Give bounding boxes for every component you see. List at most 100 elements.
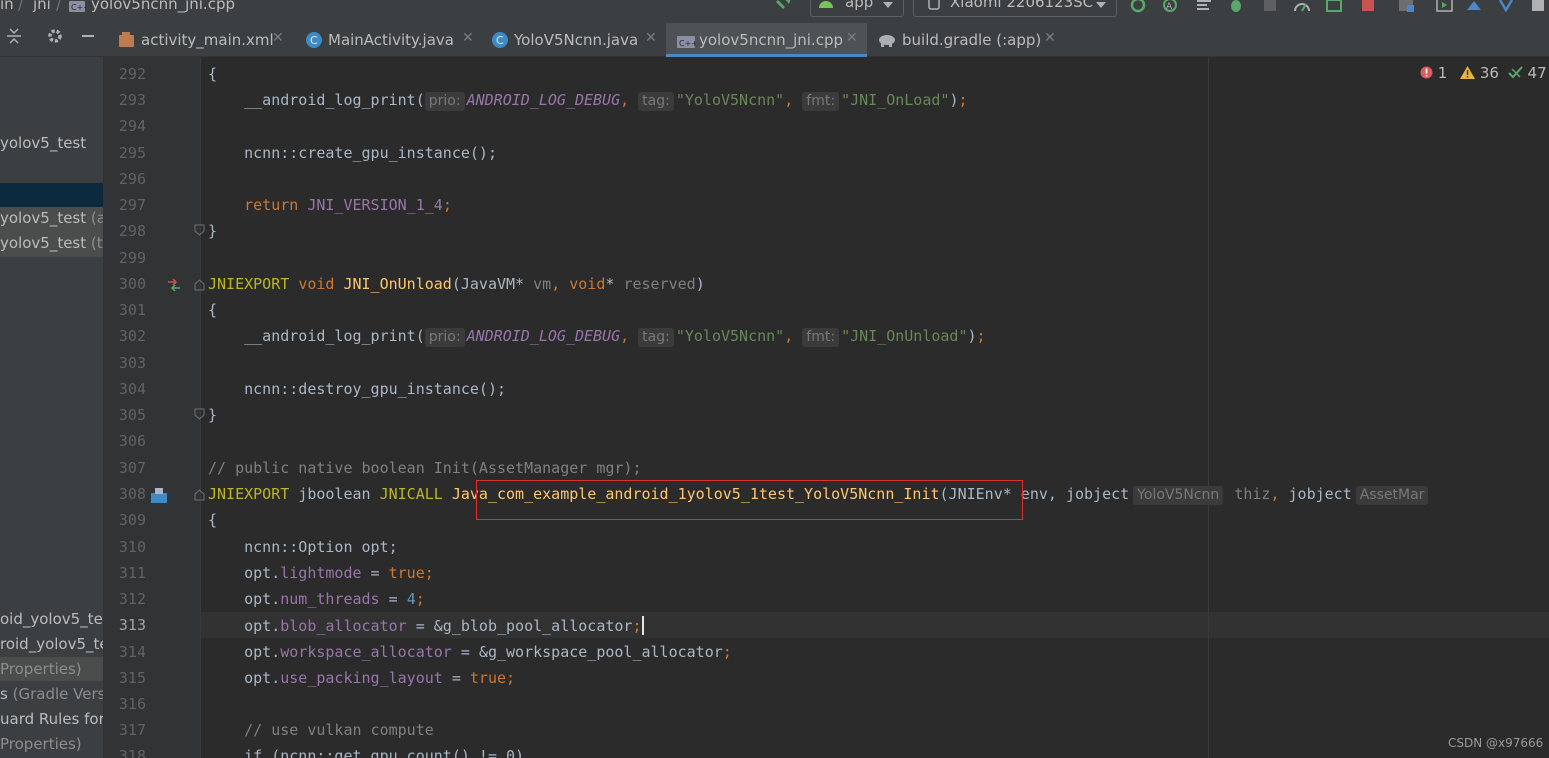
code-line[interactable]: // public native boolean Init(AssetManag… <box>208 459 641 477</box>
tree-item[interactable]: Properties) <box>0 660 82 678</box>
apply-changes-icon[interactable] <box>1130 0 1146 13</box>
device-select[interactable]: Xiaomi 2206123SC <box>913 0 1117 17</box>
run-config-select[interactable]: app <box>810 0 904 17</box>
code-line[interactable]: if (ncnn::get_gpu_count() != 0) <box>208 747 524 758</box>
line-number: 307 <box>118 459 146 477</box>
watermark-text: CSDN @x97666 <box>1448 736 1544 750</box>
tab-activity-main[interactable]: activity_main.xml ✕ <box>118 23 290 57</box>
weak-warning-count: 47 <box>1527 64 1547 82</box>
line-number: 301 <box>118 301 146 319</box>
line-number-current: 313 <box>118 616 146 634</box>
code-line[interactable]: return JNI_VERSION_1_4; <box>208 196 452 214</box>
attach-debugger-icon[interactable] <box>1262 0 1278 13</box>
tab-yolov5ncnn-java[interactable]: C YoloV5Ncnn.java ✕ <box>491 23 661 57</box>
code-line[interactable]: opt.lightmode = true; <box>208 564 434 582</box>
selected-tree-row[interactable] <box>0 183 103 207</box>
fold-start-icon[interactable] <box>194 279 205 291</box>
code-line[interactable]: ncnn::Option opt; <box>208 538 398 556</box>
project-structure-icon[interactable] <box>1530 0 1546 13</box>
sdk-manager-icon[interactable] <box>1466 0 1482 13</box>
close-icon[interactable]: ✕ <box>462 30 474 46</box>
code-line[interactable]: { <box>208 301 217 319</box>
text-cursor <box>641 616 644 635</box>
code-line-current[interactable]: opt.blob_allocator = &g_blob_pool_alloca… <box>208 616 644 635</box>
profiler-icon[interactable] <box>1294 0 1310 13</box>
gradle-sync-icon[interactable] <box>1498 0 1514 13</box>
close-icon[interactable]: ✕ <box>846 30 858 46</box>
gear-icon[interactable] <box>46 27 64 49</box>
tree-item[interactable]: yolov5_test (te <box>0 234 103 252</box>
fold-end-icon[interactable] <box>194 408 205 420</box>
svg-text:C: C <box>496 34 504 47</box>
line-number: 314 <box>118 643 146 661</box>
line-number: 312 <box>118 590 146 608</box>
code-line[interactable]: __android_log_print(prio: ANDROID_LOG_DEB… <box>208 91 968 111</box>
tree-item[interactable]: uard Rules for a <box>0 710 103 728</box>
emulator-icon[interactable] <box>1436 0 1453 13</box>
code-line[interactable]: JNIEXPORT void JNI_OnUnload(JavaVM* vm, … <box>208 275 705 293</box>
minimize-icon[interactable] <box>80 27 96 49</box>
collapse-all-icon[interactable] <box>6 27 22 49</box>
fold-start-icon[interactable] <box>194 489 205 501</box>
close-icon[interactable]: ✕ <box>1044 30 1056 46</box>
breadcrumb-separator: / <box>18 0 24 13</box>
breadcrumb-item[interactable]: in <box>0 0 14 13</box>
hammer-icon[interactable] <box>776 0 792 13</box>
chevron-down-icon <box>883 2 893 8</box>
tab-main-activity[interactable]: C MainActivity.java ✕ <box>305 23 478 57</box>
tree-item[interactable]: yolov5_test (ar <box>0 209 103 227</box>
line-number: 308 <box>118 485 146 503</box>
line-number: 317 <box>118 721 146 739</box>
layout-inspector-icon[interactable] <box>1326 0 1342 13</box>
project-tool-window: yolov5_test yolov5_test (ar yolov5_test … <box>0 57 104 758</box>
code-line[interactable]: } <box>208 222 217 240</box>
implementation-navigate-icon[interactable] <box>166 277 182 296</box>
device-manager-icon[interactable] <box>1398 0 1414 13</box>
tab-label: YoloV5Ncnn.java <box>514 31 639 49</box>
tab-yolov5ncnn-jni-cpp[interactable]: C++ yolov5ncnn_jni.cpp ✕ <box>666 23 867 57</box>
line-number: 299 <box>118 249 146 267</box>
jni-binding-icon[interactable] <box>150 486 168 508</box>
code-line[interactable]: opt.num_threads = 4; <box>208 590 425 608</box>
svg-text:A: A <box>1166 2 1173 12</box>
breadcrumb-item[interactable]: yolov5ncnn_jni.cpp <box>91 0 235 13</box>
code-line[interactable]: // use vulkan compute <box>208 721 434 739</box>
svg-text:C++: C++ <box>679 39 696 48</box>
code-line[interactable]: ncnn::destroy_gpu_instance(); <box>208 380 506 398</box>
code-line[interactable]: { <box>208 65 217 83</box>
tree-item[interactable]: Properties) <box>0 735 82 753</box>
close-icon[interactable]: ✕ <box>272 30 284 46</box>
java-class-icon: C <box>491 31 509 49</box>
line-number: 306 <box>118 432 146 450</box>
warning-icon <box>1460 65 1476 83</box>
error-icon <box>1420 65 1433 83</box>
line-number: 305 <box>118 406 146 424</box>
line-number: 311 <box>118 564 146 582</box>
editor-tab-bar: activity_main.xml ✕ C MainActivity.java … <box>0 17 1549 57</box>
sync-list-icon[interactable] <box>1196 0 1212 13</box>
tree-item[interactable]: s (Gradle Versi <box>0 685 103 703</box>
fold-end-icon[interactable] <box>194 224 205 236</box>
android-icon <box>817 0 835 13</box>
code-line[interactable]: } <box>208 406 217 424</box>
line-number: 295 <box>118 144 146 162</box>
inspection-widget[interactable]: 1 36 47 <box>1420 64 1547 84</box>
code-line[interactable]: { <box>208 511 217 529</box>
code-line[interactable]: ncnn::create_gpu_instance(); <box>208 144 497 162</box>
error-count: 1 <box>1437 64 1448 82</box>
breadcrumb-item[interactable]: jni <box>33 0 51 13</box>
tree-item[interactable]: yolov5_test <box>0 134 86 152</box>
tree-item[interactable]: roid_yolov5_te <box>0 635 103 653</box>
code-line[interactable]: __android_log_print(prio: ANDROID_LOG_DEB… <box>208 327 986 347</box>
java-class-icon: C <box>305 31 323 49</box>
code-line[interactable]: opt.use_packing_layout = true; <box>208 669 515 687</box>
tree-item[interactable]: oid_yolov5_te <box>0 610 103 628</box>
stop-icon[interactable] <box>1360 0 1376 13</box>
close-icon[interactable]: ✕ <box>645 30 657 46</box>
tab-build-gradle[interactable]: build.gradle (:app) ✕ <box>877 23 1067 57</box>
apply-code-changes-icon[interactable]: A <box>1162 0 1178 13</box>
code-line[interactable]: opt.workspace_allocator = &g_workspace_p… <box>208 643 732 661</box>
debug-icon[interactable] <box>1228 0 1244 13</box>
code-editor[interactable]: 292 293 294 295 296 297 298 299 300 301 … <box>104 57 1549 758</box>
line-number: 310 <box>118 538 146 556</box>
